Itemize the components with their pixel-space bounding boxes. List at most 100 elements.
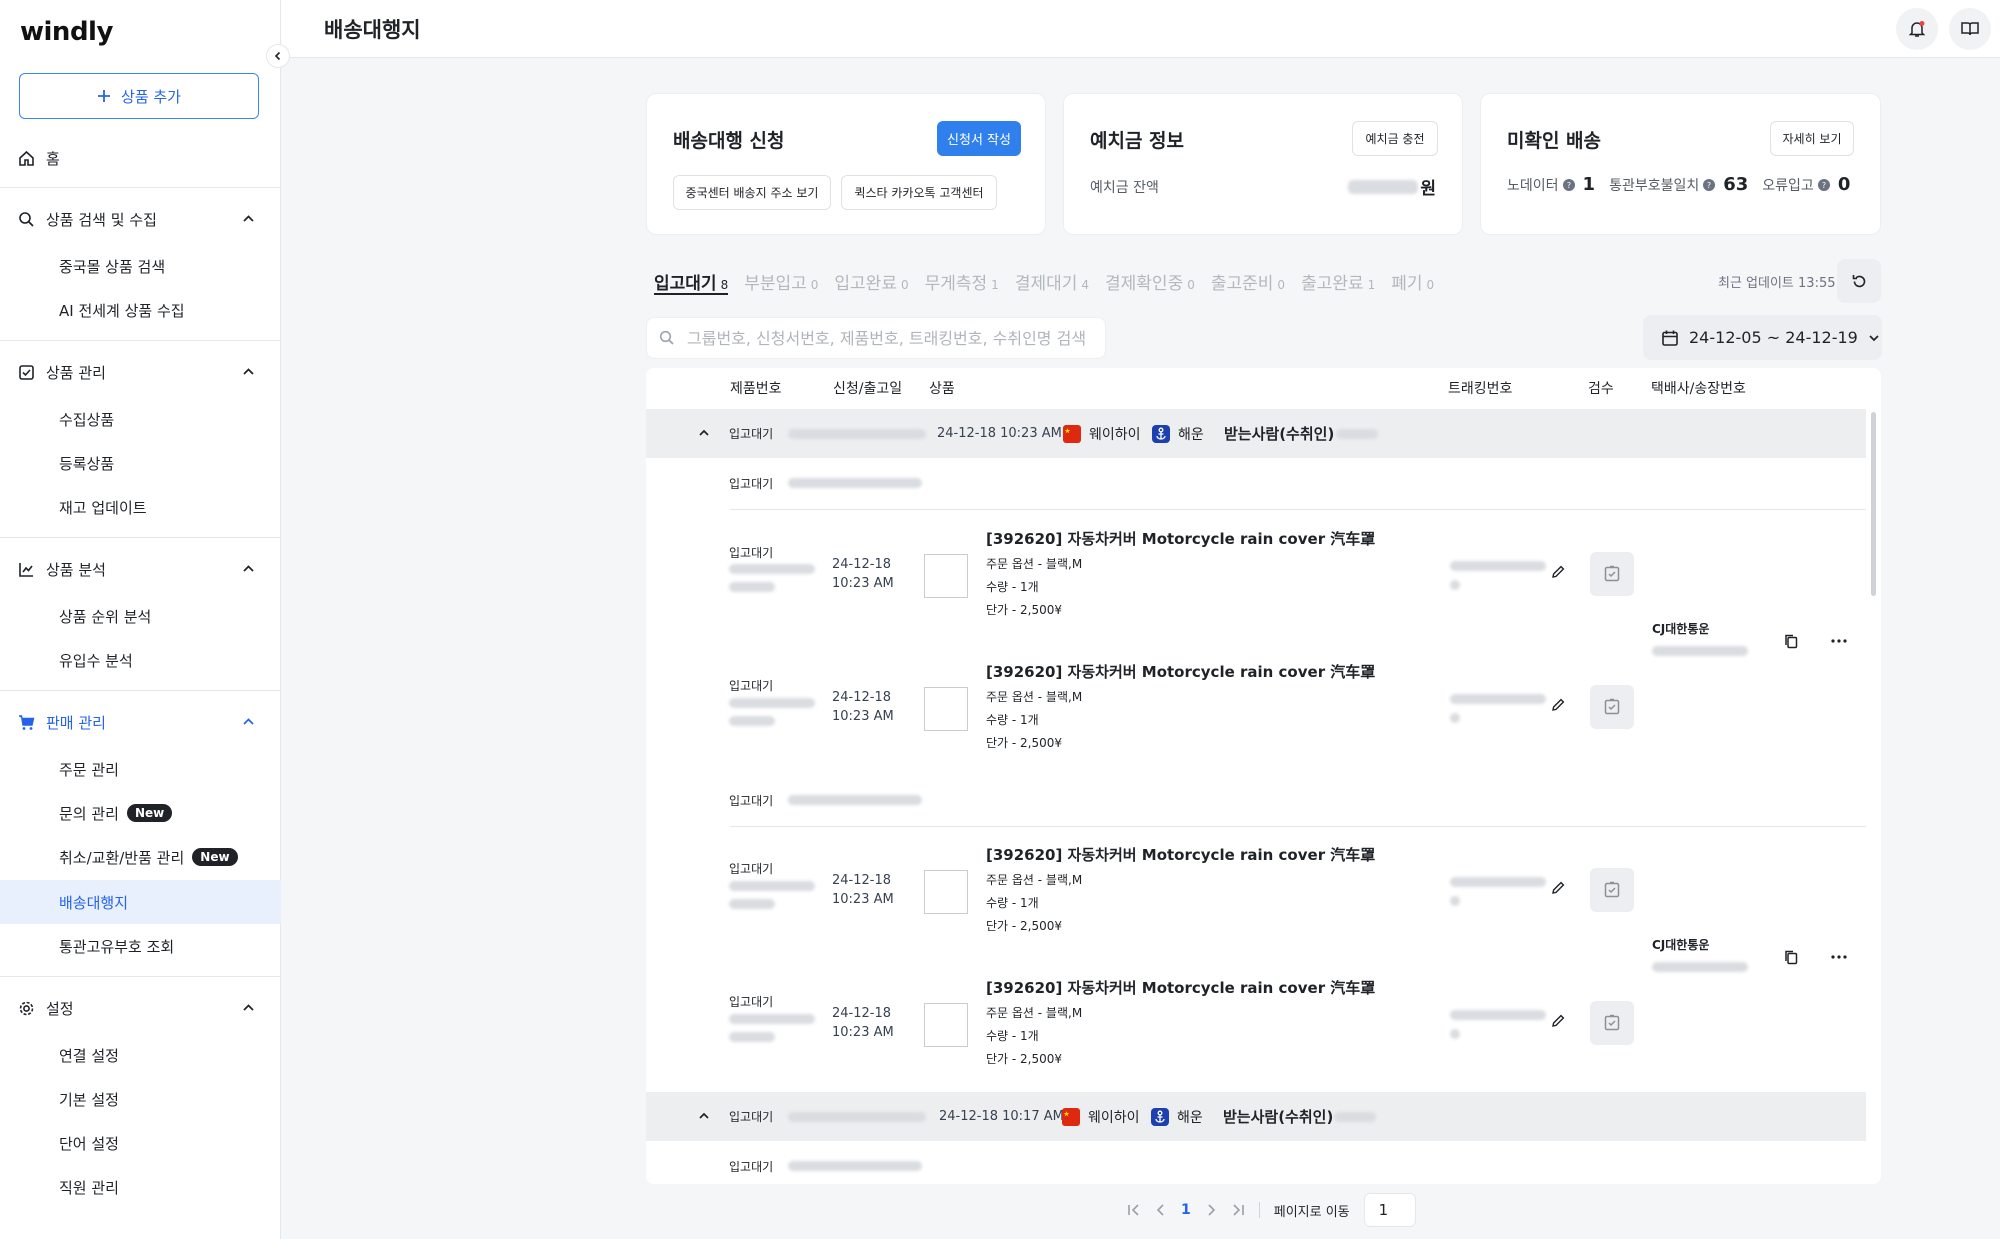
last-page-icon[interactable] bbox=[1231, 1203, 1245, 1217]
inspection-button[interactable] bbox=[1590, 868, 1634, 912]
product-option: 주문 옵션 - 블랙,M bbox=[986, 557, 1083, 571]
sidebar-section-product-manage[interactable]: 상품 관리 bbox=[0, 350, 281, 394]
copy-icon[interactable] bbox=[1783, 949, 1799, 965]
add-product-button[interactable]: 상품 추가 bbox=[19, 73, 259, 119]
copy-icon[interactable] bbox=[1783, 633, 1799, 649]
tab-discarded[interactable]: 폐기 0 bbox=[1391, 269, 1434, 295]
tab-waiting-receipt[interactable]: 입고대기 8 bbox=[654, 269, 729, 295]
sidebar-item-staff-manage[interactable]: 직원 관리 bbox=[0, 1165, 281, 1209]
kakaotalk-support-button[interactable]: 퀵스타 카카오톡 고객센터 bbox=[841, 175, 997, 210]
tab-payment-checking[interactable]: 결제확인중 0 bbox=[1105, 269, 1195, 295]
group-number-blurred bbox=[788, 429, 926, 439]
sidebar-item-word-settings[interactable]: 단어 설정 bbox=[0, 1121, 281, 1165]
tab-payment-waiting[interactable]: 결제대기 4 bbox=[1015, 269, 1089, 295]
product-quantity: 수량 - 1개 bbox=[986, 580, 1039, 594]
pencil-icon[interactable] bbox=[1550, 697, 1566, 713]
pencil-icon[interactable] bbox=[1550, 880, 1566, 896]
app-logo: windly bbox=[20, 17, 113, 47]
prev-page-icon[interactable] bbox=[1155, 1203, 1167, 1217]
sidebar-item-collected[interactable]: 수집상품 bbox=[0, 397, 281, 441]
search-icon bbox=[18, 211, 35, 228]
tab-shipped[interactable]: 출고완료 1 bbox=[1301, 269, 1375, 295]
sidebar-section-label: 상품 관리 bbox=[46, 363, 106, 382]
product-name[interactable]: [392620] 자동차커버 Motorcycle rain cover 汽车罩 bbox=[986, 977, 1375, 998]
product-thumbnail[interactable] bbox=[924, 1003, 968, 1047]
tab-receipt-complete[interactable]: 입고완료 0 bbox=[834, 269, 908, 295]
next-page-icon[interactable] bbox=[1205, 1203, 1217, 1217]
sidebar-item-traffic-analysis[interactable]: 유입수 분석 bbox=[0, 638, 281, 682]
product-thumbnail[interactable] bbox=[924, 554, 968, 598]
inspection-button[interactable] bbox=[1590, 685, 1634, 729]
sidebar-section-settings[interactable]: 설정 bbox=[0, 986, 281, 1030]
deposit-charge-button[interactable]: 예치금 충전 bbox=[1352, 121, 1438, 156]
sidebar-item-china-search[interactable]: 중국몰 상품 검색 bbox=[0, 244, 281, 288]
inspection-button[interactable] bbox=[1590, 552, 1634, 596]
sidebar-item-label: 문의 관리 bbox=[59, 804, 119, 823]
add-product-label: 상품 추가 bbox=[121, 87, 181, 106]
more-icon[interactable] bbox=[1831, 639, 1847, 643]
product-name[interactable]: [392620] 자동차커버 Motorcycle rain cover 汽车罩 bbox=[986, 844, 1375, 865]
product-number-blurred bbox=[729, 1032, 775, 1042]
group-row[interactable]: 입고대기 24-12-18 10:17 AM 웨이하이 해운 받는사람(수취인) bbox=[646, 1092, 1866, 1141]
chevron-up-icon[interactable] bbox=[698, 427, 710, 439]
sidebar-item-registered[interactable]: 등록상품 bbox=[0, 441, 281, 485]
sidebar-item-basic-settings[interactable]: 기본 설정 bbox=[0, 1077, 281, 1121]
sidebar-item-return-manage[interactable]: 취소/교환/반품 관리 New bbox=[0, 835, 281, 879]
sidebar-item-stock-update[interactable]: 재고 업데이트 bbox=[0, 485, 281, 529]
stat-label: 오류입고 bbox=[1762, 177, 1814, 194]
sidebar-item-customs-code[interactable]: 통관고유부호 조회 bbox=[0, 924, 281, 968]
pencil-icon[interactable] bbox=[1550, 1013, 1566, 1029]
sidebar-item-ai-collect[interactable]: AI 전세계 상품 수집 bbox=[0, 288, 281, 332]
stat-value: 1 bbox=[1582, 174, 1596, 195]
goto-page-input[interactable]: 1 bbox=[1363, 1193, 1416, 1227]
sidebar-item-order-manage[interactable]: 주문 관리 bbox=[0, 747, 281, 791]
gear-icon bbox=[18, 1000, 35, 1017]
refresh-button[interactable] bbox=[1837, 259, 1881, 303]
create-application-button[interactable]: 신청서 작성 bbox=[937, 121, 1021, 156]
sidebar-item-shipping-agent[interactable]: 배송대행지 bbox=[0, 880, 281, 924]
sidebar-item-connect-settings[interactable]: 연결 설정 bbox=[0, 1033, 281, 1077]
item-date: 24-12-18 bbox=[832, 1006, 892, 1021]
chevron-up-icon[interactable] bbox=[698, 1110, 710, 1122]
view-details-button[interactable]: 자세히 보기 bbox=[1770, 121, 1854, 156]
sidebar-section-sales-manage[interactable]: 판매 관리 bbox=[0, 700, 281, 744]
sidebar-collapse-button[interactable] bbox=[266, 44, 290, 68]
sidebar-section-product-search[interactable]: 상품 검색 및 수집 bbox=[0, 197, 281, 241]
sidebar-item-home[interactable]: 홈 bbox=[0, 136, 281, 180]
pencil-icon[interactable] bbox=[1550, 564, 1566, 580]
more-icon[interactable] bbox=[1831, 955, 1847, 959]
china-center-address-button[interactable]: 중국센터 배송지 주소 보기 bbox=[673, 175, 831, 210]
inspection-button[interactable] bbox=[1590, 1001, 1634, 1045]
sidebar-item-inquiry-manage[interactable]: 문의 관리 New bbox=[0, 791, 281, 835]
sidebar-section-product-analysis[interactable]: 상품 분석 bbox=[0, 547, 281, 591]
page-number[interactable]: 1 bbox=[1181, 1202, 1191, 1218]
product-price: 단가 - 2,500¥ bbox=[986, 919, 1063, 933]
search-input[interactable] bbox=[687, 328, 1087, 348]
help-icon[interactable]: ? bbox=[1562, 178, 1575, 191]
tab-label: 출고준비 bbox=[1210, 274, 1274, 294]
plus-icon bbox=[97, 89, 111, 103]
application-number-blurred bbox=[788, 1161, 922, 1171]
unconfirmed-stats: 노데이터 ? 1 통관부호불일치 ? 63 오류입고 ? 0 bbox=[1507, 174, 1850, 195]
tab-shipping-ready[interactable]: 출고준비 0 bbox=[1211, 269, 1285, 295]
product-name[interactable]: [392620] 자동차커버 Motorcycle rain cover 汽车罩 bbox=[986, 528, 1375, 549]
date-range-picker[interactable]: 24-12-05 ~ 24-12-19 bbox=[1643, 315, 1882, 360]
tab-weighing[interactable]: 무게측정 1 bbox=[925, 269, 999, 295]
svg-text:?: ? bbox=[1566, 181, 1570, 190]
notification-button[interactable] bbox=[1896, 8, 1938, 50]
help-icon[interactable]: ? bbox=[1817, 178, 1830, 191]
product-thumbnail[interactable] bbox=[924, 870, 968, 914]
product-thumbnail[interactable] bbox=[924, 687, 968, 731]
tab-partial-receipt[interactable]: 부분입고 0 bbox=[744, 269, 818, 295]
product-number-blurred bbox=[729, 881, 815, 891]
checkbox-icon bbox=[18, 364, 35, 381]
item-time: 10:23 AM bbox=[832, 892, 894, 907]
product-name[interactable]: [392620] 자동차커버 Motorcycle rain cover 汽车罩 bbox=[986, 661, 1375, 682]
table-scrollbar[interactable] bbox=[1871, 412, 1876, 596]
guide-button[interactable] bbox=[1949, 8, 1991, 50]
application-number-blurred bbox=[788, 478, 922, 488]
group-row[interactable]: 입고대기 24-12-18 10:23 AM 웨이하이 해운 받는사람(수취인) bbox=[646, 409, 1866, 458]
help-icon[interactable]: ? bbox=[1703, 178, 1716, 191]
first-page-icon[interactable] bbox=[1127, 1203, 1141, 1217]
sidebar-item-rank-analysis[interactable]: 상품 순위 분석 bbox=[0, 594, 281, 638]
